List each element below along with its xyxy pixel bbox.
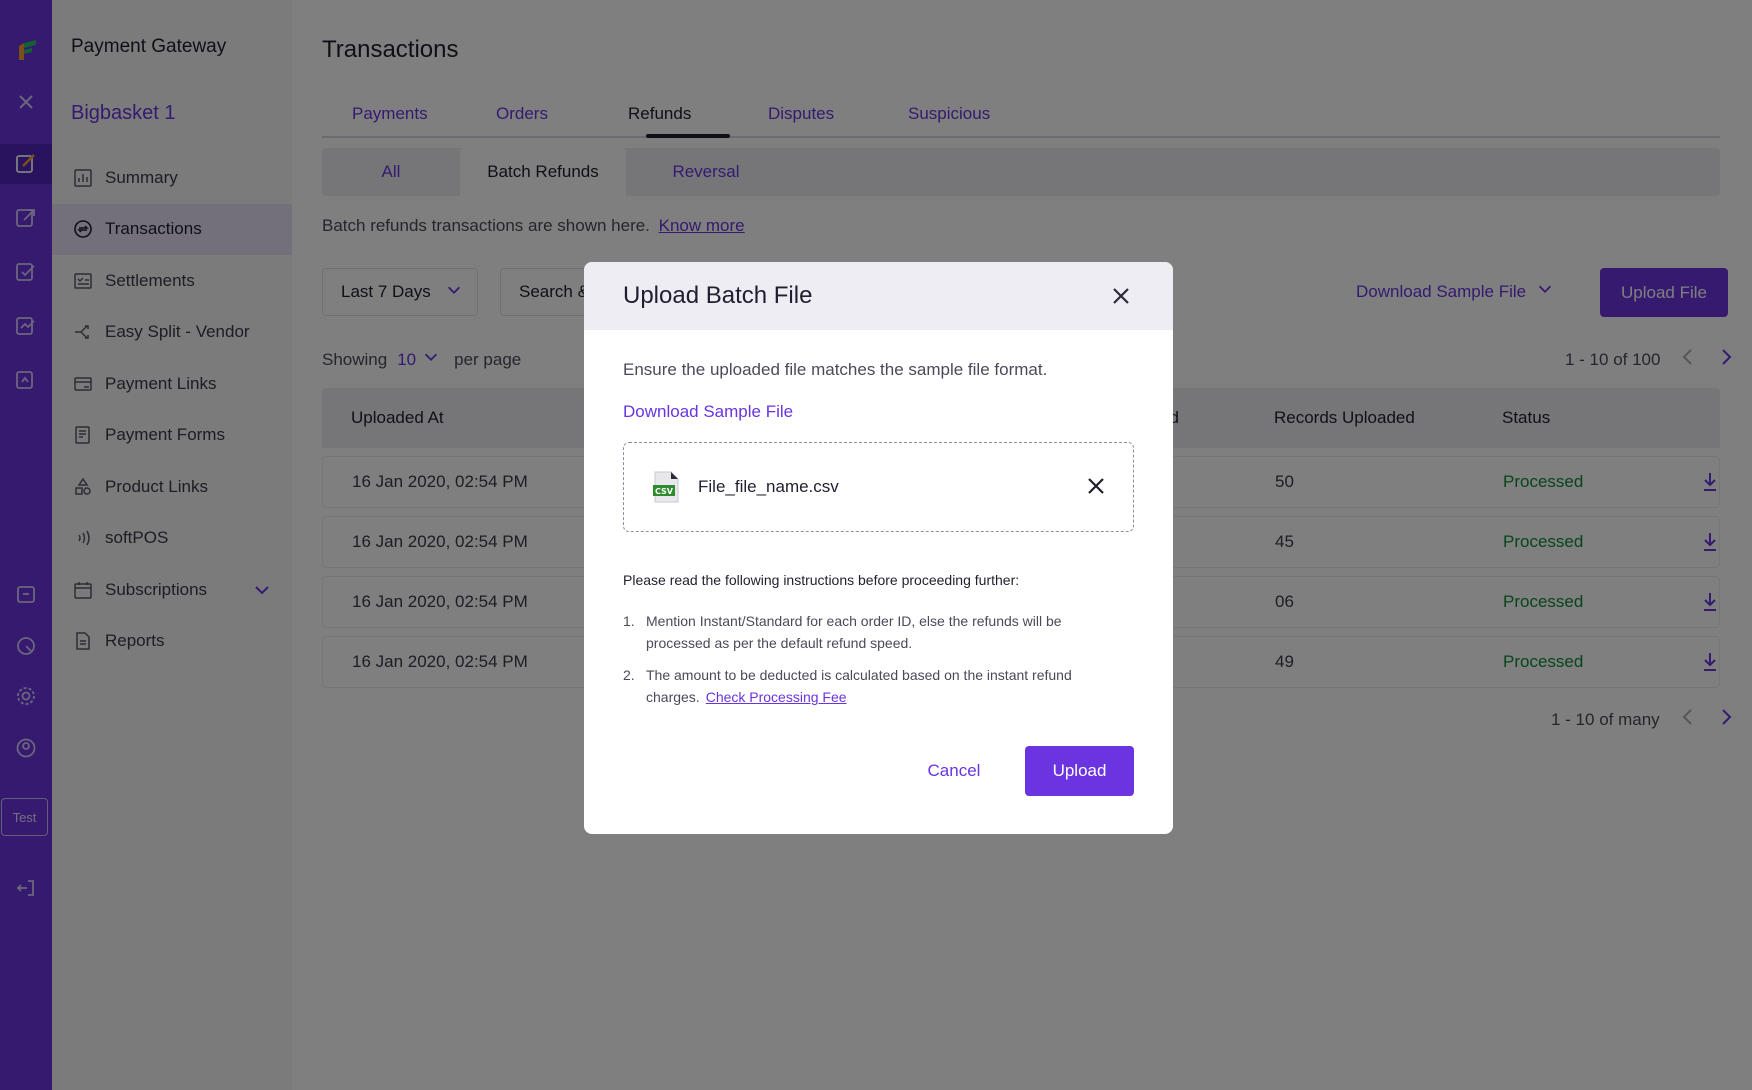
csv-file-icon: CSV [652,471,680,508]
close-icon[interactable] [1110,285,1132,307]
upload-button[interactable]: Upload [1025,746,1134,796]
modal-header: Upload Batch File [584,262,1173,330]
file-name: File_file_name.csv [698,477,839,496]
instructions-title: Please read the following instructions b… [623,572,1020,588]
instruction-body: Mention Instant/Standard for each order … [646,613,1062,651]
csv-badge-text: CSV [655,487,674,496]
download-sample-link[interactable]: Download Sample File [623,402,793,422]
instruction-text: The amount to be deducted is calculated … [646,664,1106,708]
remove-file-icon[interactable] [1086,476,1106,501]
modal-title: Upload Batch File [623,282,813,309]
instruction-number: 2. [623,667,635,683]
check-processing-fee-link[interactable]: Check Processing Fee [706,689,847,705]
file-dropzone[interactable]: CSV File_file_name.csv [623,442,1134,532]
modal-subtitle: Ensure the uploaded file matches the sam… [623,360,1048,379]
upload-batch-file-modal: Upload Batch File Ensure the uploaded fi… [584,262,1173,834]
instruction-text: Mention Instant/Standard for each order … [646,610,1106,654]
cancel-button[interactable]: Cancel [912,746,996,796]
instruction-number: 1. [623,613,635,629]
